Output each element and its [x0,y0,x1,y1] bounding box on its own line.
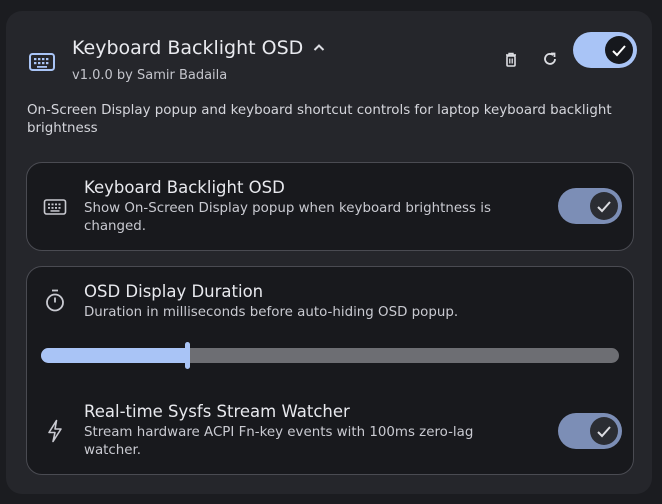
extension-card: Keyboard Backlight OSD v1.0.0 by Samir B… [6,11,652,494]
check-icon [590,192,618,220]
extension-title-row[interactable]: Keyboard Backlight OSD [72,37,325,59]
bolt-icon [43,419,67,443]
duration-title: OSD Display Duration [84,282,264,301]
refresh-icon [544,52,556,65]
duration-slider-fill [41,348,188,363]
osd-toggle-title: Keyboard Backlight OSD [84,178,285,197]
check-icon [605,36,633,64]
osd-toggle-row: Keyboard Backlight OSD Show On-Screen Di… [26,162,634,251]
delete-button[interactable] [501,49,521,69]
duration-slider-handle[interactable] [185,342,191,369]
duration-and-watcher-panel: OSD Display Duration Duration in millise… [26,266,634,475]
extension-version: v1.0.0 by Samir Badaila [72,68,228,83]
osd-toggle-subtitle: Show On-Screen Display popup when keyboa… [84,201,491,234]
timer-icon [43,289,67,313]
check-icon [590,417,618,445]
watcher-subtitle: Stream hardware ACPI Fn-key events with … [84,425,474,458]
reload-button[interactable] [540,49,560,69]
trash-icon [506,52,516,67]
duration-subtitle: Duration in milliseconds before auto-hid… [84,305,459,320]
keyboard-icon [43,195,67,219]
watcher-title: Real-time Sysfs Stream Watcher [84,402,350,421]
extension-description: On-Screen Display popup and keyboard sho… [27,103,612,136]
keyboard-icon [28,51,56,73]
watcher-toggle-switch[interactable] [558,413,622,449]
extension-title: Keyboard Backlight OSD [72,37,304,59]
extension-enable-toggle[interactable] [573,32,637,68]
duration-slider[interactable] [41,342,619,369]
chevron-up-icon[interactable] [313,40,325,56]
osd-toggle-switch[interactable] [558,188,622,224]
